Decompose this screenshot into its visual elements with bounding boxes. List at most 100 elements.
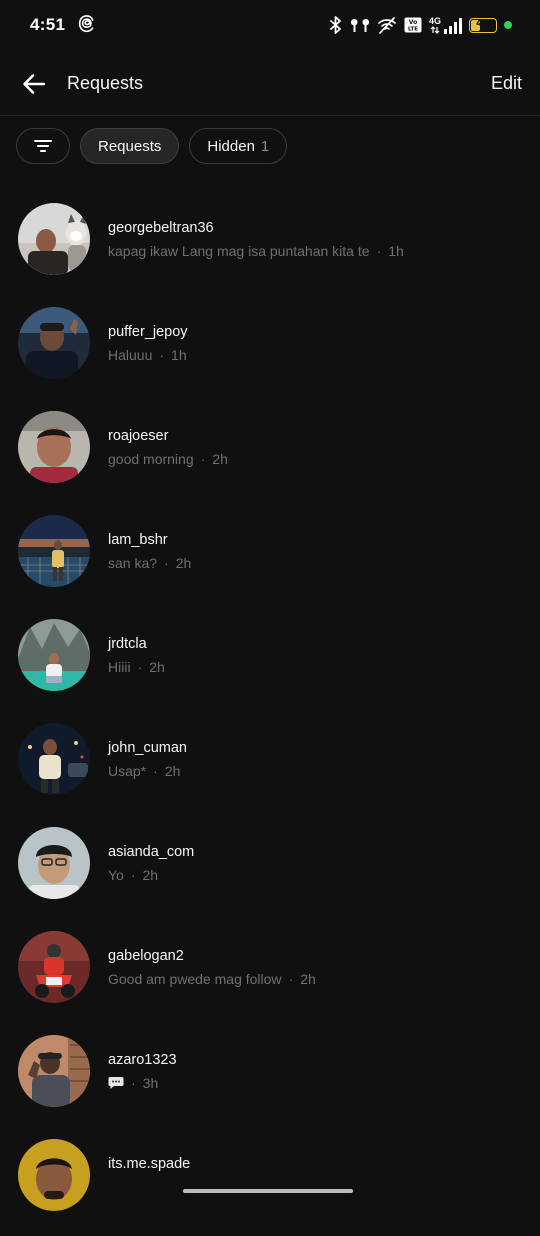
separator-dot: · [131,1075,136,1091]
message-time: 2h [149,659,165,675]
avatar[interactable] [18,307,90,379]
username: lam_bshr [108,532,168,548]
avatar[interactable] [18,827,90,899]
message-time: 2h [164,763,181,779]
avatar[interactable] [18,619,90,691]
message-preview: · 3h [108,1075,520,1091]
message-time: 2h [175,555,192,571]
hidden-chip-count: 1 [260,137,270,155]
username: georgebeltran36 [108,220,214,236]
message-time: 1h [171,347,187,363]
signal-4g: 4G [428,15,462,34]
separator-dot: · [137,659,143,675]
list-item[interactable]: jrdtcla Hiiii · 2h [0,612,540,716]
threads-icon [78,15,94,33]
list-item[interactable]: azaro1323 · 3h [0,1028,540,1132]
message-text: Hiiii [108,659,131,675]
message-text: san ka? [108,555,158,571]
status-icons: Vo LTE 4G 44 [329,14,512,36]
svg-text:LTE: LTE [408,27,418,33]
message-preview: Haluuu · 1h [108,347,520,363]
message-time: 2h [300,971,316,987]
message-time: 2h [142,867,159,883]
list-item[interactable]: puffer_jepoy Haluuu · 1h [0,300,540,404]
message-preview: san ka? · 2h [108,555,520,571]
data-arrows-icon [430,25,440,34]
message-preview: kapag ikaw Lang mag isa puntahan kita te… [108,243,520,259]
message-preview: Usap* · 2h [108,763,520,779]
message-preview: Yo · 2h [108,867,520,883]
list-item[interactable]: roajoeser good morning · 2h [0,404,540,508]
separator-dot: · [164,555,169,571]
avatar[interactable] [18,723,90,795]
username: its.me.spade [108,1156,191,1172]
username: roajoeser [108,428,169,444]
message-text: Good am pwede mag follow [108,971,282,987]
list-item[interactable]: its.me.spade [0,1132,540,1236]
row-text: azaro1323 · 3h [108,1052,520,1091]
message-time: 1h [388,243,404,259]
message-text: Usap* [108,763,147,779]
list-item[interactable]: georgebeltran36 kapag ikaw Lang mag isa … [0,196,540,300]
requests-tab-chip[interactable]: Requests [80,128,180,164]
separator-dot: · [200,451,206,467]
list-item[interactable]: lam_bshr san ka? · 2h [0,508,540,612]
separator-dot: · [159,347,165,363]
avatar[interactable] [18,1035,90,1107]
separator-dot: · [153,763,158,779]
requests-chip-label: Requests [98,137,162,155]
volte-icon: Vo LTE [404,17,422,33]
list-item[interactable]: gabelogan2 Good am pwede mag follow · 2h [0,924,540,1028]
row-text: its.me.spade [108,1156,520,1172]
username: jrdtcla [108,636,147,652]
bluetooth-icon [330,16,341,34]
edit-button[interactable]: Edit [491,73,522,94]
row-text: georgebeltran36 kapag ikaw Lang mag isa … [108,220,520,259]
request-list: georgebeltran36 kapag ikaw Lang mag isa … [0,196,540,1236]
status-time: 4:51 [30,15,66,34]
username: asianda_com [108,844,195,860]
avatar[interactable] [18,203,90,275]
home-indicator[interactable] [183,1189,353,1193]
row-text: jrdtcla Hiiii · 2h [108,636,520,675]
arrow-left-icon [23,74,45,94]
battery-icon: 44 [469,17,497,33]
row-text: puffer_jepoy Haluuu · 1h [108,324,520,363]
message-time: 2h [212,451,228,467]
avatar[interactable] [18,411,90,483]
row-text: asianda_com Yo · 2h [108,844,520,883]
separator-dot: · [376,243,382,259]
speech-bubble-icon [108,1077,124,1089]
message-preview: good morning · 2h [108,451,520,467]
filter-button[interactable] [16,128,70,164]
battery-level: 44 [476,17,490,29]
header: Requests Edit [0,52,540,116]
message-text: Haluuu [108,347,153,363]
network-type: 4G [428,15,441,26]
separator-dot: · [130,867,136,883]
row-text: roajoeser good morning · 2h [108,428,520,467]
back-button[interactable] [18,68,50,100]
avatar[interactable] [18,1139,90,1211]
page-title: Requests [67,73,144,93]
separator-dot: · [288,971,294,987]
list-item[interactable]: john_cuman Usap* · 2h [0,716,540,820]
row-text: john_cuman Usap* · 2h [108,740,520,779]
message-preview: Good am pwede mag follow · 2h [108,971,520,987]
hidden-tab-chip[interactable]: Hidden 1 [189,128,288,164]
username: gabelogan2 [108,948,184,964]
filter-lines-icon [34,140,52,152]
avatar[interactable] [18,515,90,587]
message-text: good morning [108,451,194,467]
username: puffer_jepoy [108,324,188,340]
row-text: gabelogan2 Good am pwede mag follow · 2h [108,948,520,987]
privacy-indicator-dot [504,21,512,29]
signal-bars-icon [444,17,462,34]
row-text: lam_bshr san ka? · 2h [108,532,520,571]
username: john_cuman [108,740,187,756]
message-text: kapag ikaw Lang mag isa puntahan kita te [108,243,370,259]
list-item[interactable]: asianda_com Yo · 2h [0,820,540,924]
earbuds-icon [350,19,369,32]
message-time: 3h [142,1075,159,1091]
avatar[interactable] [18,931,90,1003]
